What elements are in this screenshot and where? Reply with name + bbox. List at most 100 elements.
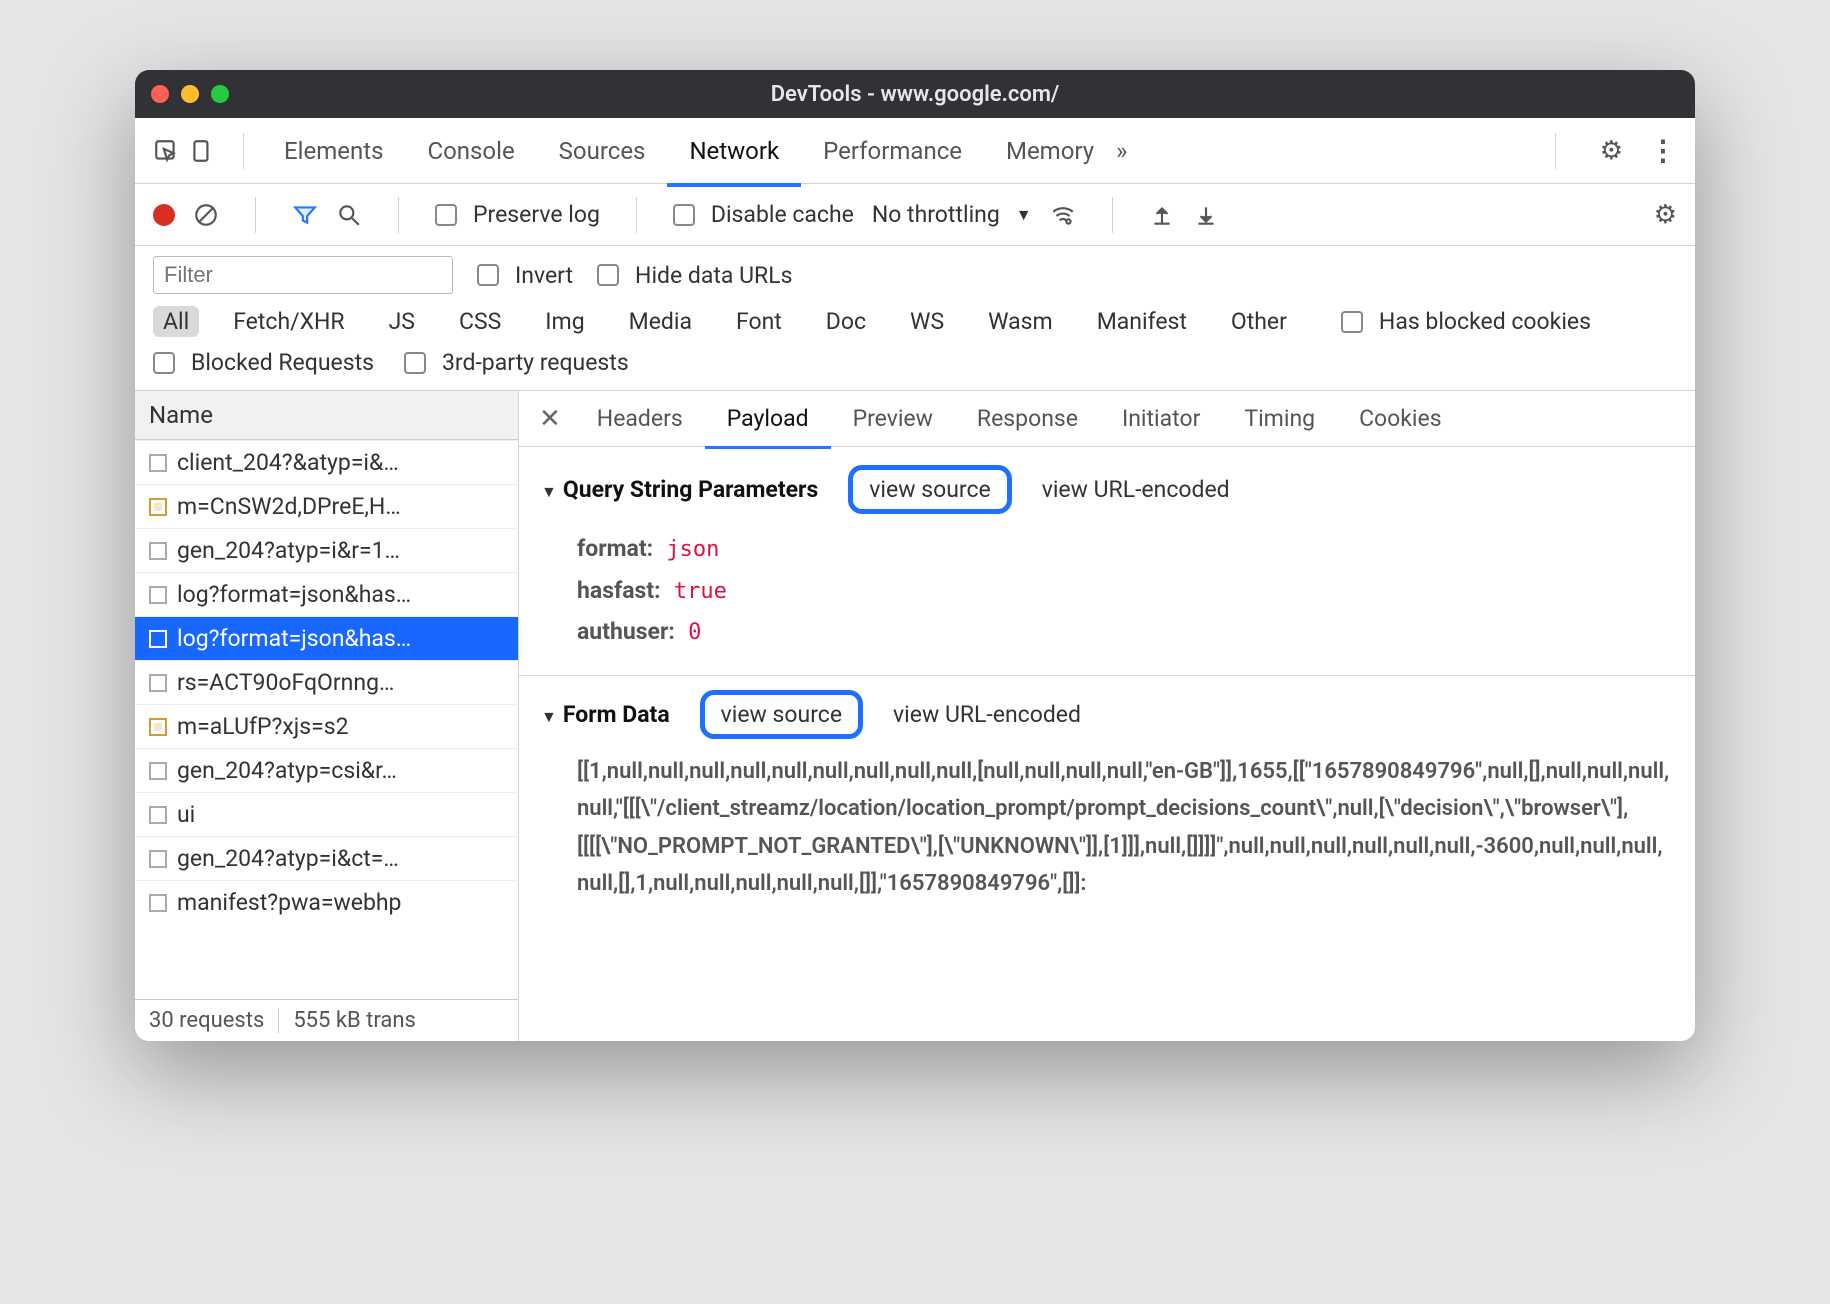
param-row: hasfast: true [577, 570, 1673, 612]
detail-tab-response[interactable]: Response [955, 405, 1100, 432]
filter-chip-manifest[interactable]: Manifest [1087, 306, 1197, 337]
qsp-view-urlencoded-link[interactable]: view URL-encoded [1042, 476, 1230, 503]
file-type-icon [149, 454, 167, 472]
close-detail-icon[interactable]: ✕ [525, 404, 575, 434]
inspect-icon[interactable] [153, 138, 179, 164]
request-row[interactable]: gen_204?atyp=csi&r… [135, 748, 518, 792]
file-type-icon [149, 498, 167, 516]
panel-tabs: ElementsConsoleSourcesNetworkPerformance… [135, 118, 1695, 184]
disclosure-triangle-icon[interactable]: ▼ [541, 707, 557, 726]
record-button[interactable] [153, 204, 175, 226]
request-count: 30 requests [149, 1008, 264, 1033]
search-icon[interactable] [336, 202, 362, 228]
settings-icon[interactable]: ⚙ [1600, 136, 1623, 166]
file-type-icon [149, 586, 167, 604]
detail-tab-timing[interactable]: Timing [1222, 405, 1337, 432]
filter-chip-all[interactable]: All [153, 306, 199, 337]
request-row[interactable]: m=CnSW2d,DPreE,H… [135, 484, 518, 528]
file-type-icon [149, 718, 167, 736]
request-name: log?format=json&has… [177, 581, 411, 608]
request-name: m=CnSW2d,DPreE,H… [177, 493, 401, 520]
request-name: rs=ACT90oFqOrnng… [177, 669, 394, 696]
filter-chip-font[interactable]: Font [726, 306, 792, 337]
request-row[interactable]: manifest?pwa=webhp [135, 880, 518, 924]
request-detail: ✕ HeadersPayloadPreviewResponseInitiator… [519, 391, 1695, 1041]
clear-icon[interactable] [193, 202, 219, 228]
section-title: Query String Parameters [563, 476, 818, 503]
form-view-urlencoded-link[interactable]: view URL-encoded [893, 701, 1081, 728]
tab-console[interactable]: Console [405, 137, 536, 165]
devtools-window: DevTools - www.google.com/ ElementsConso… [135, 70, 1695, 1041]
tab-sources[interactable]: Sources [537, 137, 668, 165]
request-name: gen_204?atyp=i&r=1… [177, 537, 400, 564]
param-key: authuser: [577, 618, 675, 645]
detail-tab-initiator[interactable]: Initiator [1100, 405, 1222, 432]
request-name: gen_204?atyp=csi&r… [177, 757, 397, 784]
request-row[interactable]: rs=ACT90oFqOrnng… [135, 660, 518, 704]
filter-chip-img[interactable]: Img [535, 306, 594, 337]
filter-input[interactable] [153, 256, 453, 294]
param-row: format: json [577, 528, 1673, 570]
preserve-log-checkbox[interactable]: Preserve log [435, 201, 600, 228]
param-value: json [653, 537, 719, 562]
request-row[interactable]: log?format=json&has… [135, 572, 518, 616]
network-toolbar: Preserve log Disable cache No throttling… [135, 184, 1695, 246]
param-row: authuser: 0 [577, 611, 1673, 653]
upload-har-icon[interactable] [1149, 202, 1175, 228]
query-string-parameters-section: ▼ Query String Parameters view source vie… [541, 465, 1673, 653]
tab-memory[interactable]: Memory [984, 137, 1116, 165]
request-name: manifest?pwa=webhp [177, 889, 401, 916]
disclosure-triangle-icon[interactable]: ▼ [541, 482, 557, 501]
filter-chip-doc[interactable]: Doc [816, 306, 876, 337]
request-name: gen_204?atyp=i&ct=… [177, 845, 399, 872]
kebab-menu-icon[interactable]: ⋮ [1649, 134, 1677, 167]
filter-bar: Invert Hide data URLs All Fetch/XHR JS CSS I… [135, 246, 1695, 391]
device-toggle-icon[interactable] [189, 138, 215, 164]
window-title: DevTools - www.google.com/ [135, 82, 1695, 107]
form-view-source-link[interactable]: view source [700, 690, 863, 739]
request-row[interactable]: ui [135, 792, 518, 836]
column-header-name[interactable]: Name [135, 391, 518, 440]
request-row[interactable]: client_204?&atyp=i&… [135, 440, 518, 484]
chevron-down-icon: ▼ [1016, 205, 1032, 225]
filter-chip-other[interactable]: Other [1221, 306, 1297, 337]
filter-chip-js[interactable]: JS [379, 306, 425, 337]
has-blocked-cookies-checkbox[interactable]: Has blocked cookies [1341, 308, 1591, 335]
section-title: Form Data [563, 701, 670, 728]
filter-icon[interactable] [292, 202, 318, 228]
tab-network[interactable]: Network [667, 137, 801, 187]
hide-data-urls-checkbox[interactable]: Hide data URLs [597, 262, 792, 289]
third-party-checkbox[interactable]: 3rd-party requests [404, 349, 629, 376]
detail-tab-payload[interactable]: Payload [705, 405, 831, 449]
download-har-icon[interactable] [1193, 202, 1219, 228]
request-row[interactable]: log?format=json&has… [135, 616, 518, 660]
file-type-icon [149, 762, 167, 780]
detail-tab-headers[interactable]: Headers [575, 405, 705, 432]
throttling-dropdown[interactable]: No throttling ▼ [872, 201, 1032, 228]
disable-cache-checkbox[interactable]: Disable cache [673, 201, 854, 228]
filter-chip-media[interactable]: Media [619, 306, 702, 337]
more-panels-icon[interactable]: » [1116, 137, 1127, 165]
detail-tab-preview[interactable]: Preview [831, 405, 955, 432]
network-conditions-icon[interactable] [1050, 202, 1076, 228]
request-name: client_204?&atyp=i&… [177, 449, 399, 476]
request-row[interactable]: gen_204?atyp=i&ct=… [135, 836, 518, 880]
qsp-view-source-link[interactable]: view source [848, 465, 1011, 514]
file-type-icon [149, 894, 167, 912]
file-type-icon [149, 630, 167, 648]
filter-chip-ws[interactable]: WS [900, 306, 954, 337]
invert-checkbox[interactable]: Invert [477, 262, 573, 289]
request-row[interactable]: gen_204?atyp=i&r=1… [135, 528, 518, 572]
tab-performance[interactable]: Performance [801, 137, 984, 165]
filter-chip-css[interactable]: CSS [449, 306, 511, 337]
param-key: hasfast: [577, 577, 661, 604]
filter-chip-wasm[interactable]: Wasm [978, 306, 1063, 337]
tab-elements[interactable]: Elements [262, 137, 405, 165]
blocked-requests-checkbox[interactable]: Blocked Requests [153, 349, 374, 376]
detail-tab-cookies[interactable]: Cookies [1337, 405, 1464, 432]
file-type-icon [149, 674, 167, 692]
filter-chip-fetch-xhr[interactable]: Fetch/XHR [223, 306, 354, 337]
request-row[interactable]: m=aLUfP?xjs=s2 [135, 704, 518, 748]
network-settings-icon[interactable]: ⚙ [1654, 200, 1677, 230]
request-list: Name client_204?&atyp=i&… m=CnSW2d,DPreE,… [135, 391, 519, 1041]
